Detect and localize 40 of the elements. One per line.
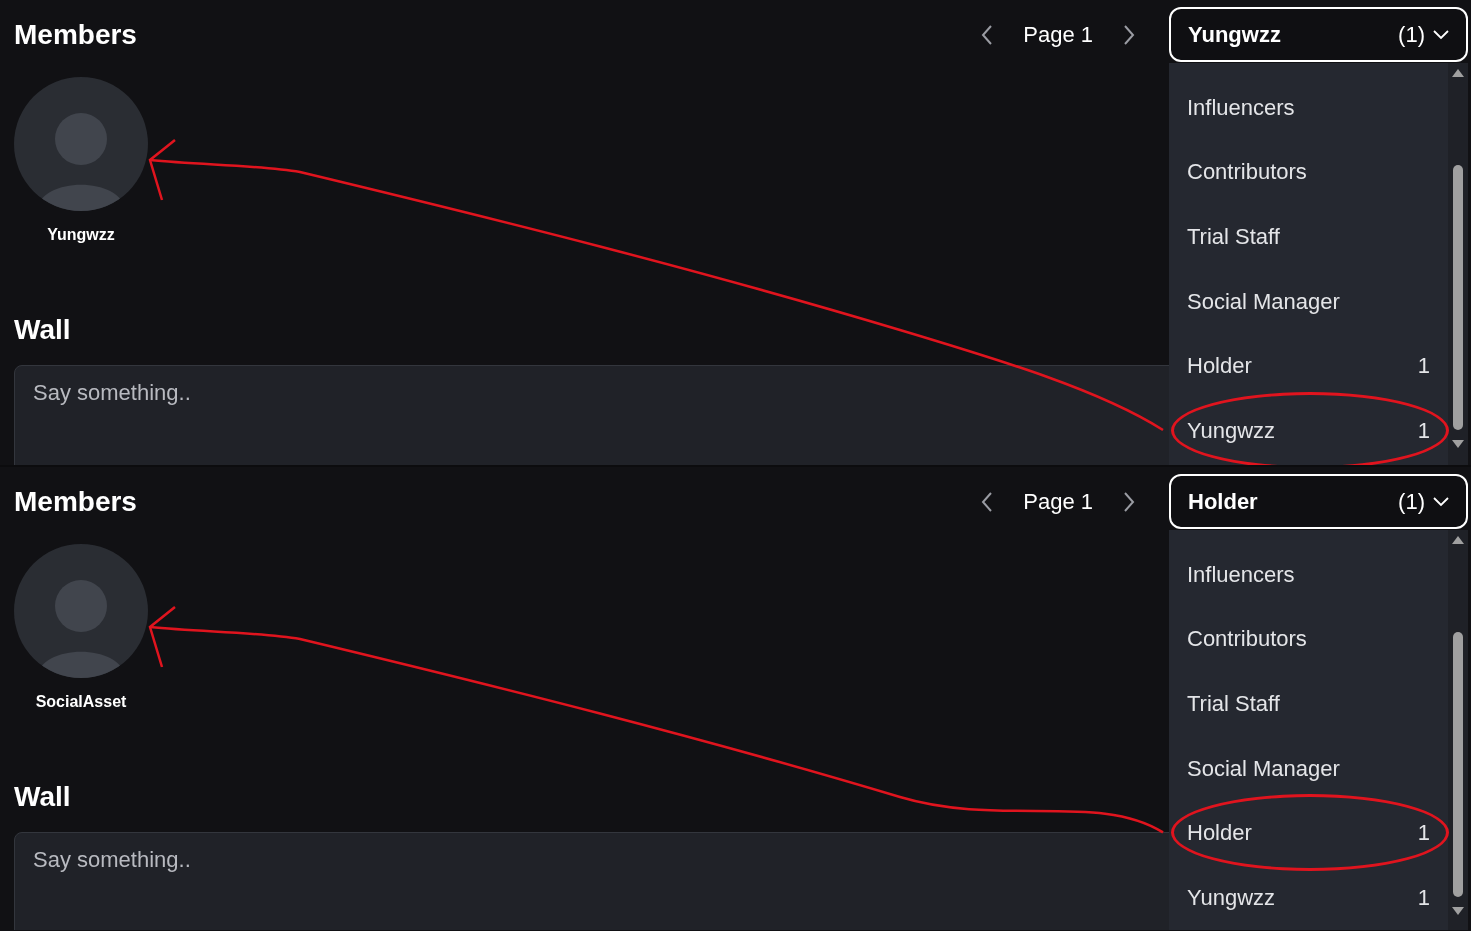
option-count: 1: [1417, 416, 1430, 445]
section-title: Wall: [14, 314, 71, 345]
member-count: (1): [1398, 488, 1425, 516]
dropdown-option[interactable]: Social Manager: [1169, 735, 1448, 801]
chevron-left-icon: [981, 23, 994, 46]
scrollbar[interactable]: [1448, 530, 1468, 930]
chevron-down-icon: [1433, 29, 1449, 40]
option-count: 1: [1417, 883, 1430, 912]
scroll-up-icon: [1452, 536, 1464, 544]
dropdown-option[interactable]: Holder 1: [1169, 800, 1448, 865]
scroll-down-icon: [1452, 440, 1464, 448]
section-title: Members: [14, 17, 137, 52]
member-count: (1): [1398, 21, 1425, 49]
section-title: Wall: [14, 781, 71, 812]
scroll-up-icon: [1452, 69, 1464, 77]
option-count: 1: [1417, 819, 1430, 848]
role-dropdown[interactable]: Holder (1): [1169, 474, 1468, 529]
chevron-right-icon: [1123, 490, 1135, 513]
dropdown-option[interactable]: Social Manager: [1169, 268, 1448, 334]
member-name[interactable]: Yungwzz: [47, 223, 115, 247]
scroll-down-icon: [1452, 907, 1464, 915]
dropdown-option[interactable]: Influencers: [1169, 542, 1448, 607]
dropdown-option[interactable]: Holder 1: [1169, 333, 1448, 398]
page-label: Page 1: [1023, 488, 1093, 516]
page-label: Page 1: [1023, 21, 1093, 49]
dropdown-option[interactable]: Influencers: [1169, 75, 1448, 140]
dropdown-option[interactable]: Contributors: [1169, 606, 1448, 672]
member-name[interactable]: SocialAsset: [35, 690, 127, 714]
dropdown-option[interactable]: Trial Staff: [1169, 671, 1448, 736]
role-dropdown[interactable]: Yungwzz (1): [1169, 7, 1468, 62]
dropdown-option[interactable]: Yungwzz 1: [1169, 397, 1448, 463]
dropdown-option[interactable]: Trial Staff: [1169, 204, 1448, 269]
dropdown-option[interactable]: Yungwzz 1: [1169, 864, 1448, 930]
chevron-down-icon: [1433, 496, 1449, 507]
section-title: Members: [14, 484, 137, 519]
chevron-right-icon: [1123, 23, 1135, 46]
option-count: 1: [1417, 352, 1430, 381]
scrollbar[interactable]: [1448, 63, 1468, 465]
dropdown-option[interactable]: Contributors: [1169, 139, 1448, 205]
chevron-left-icon: [981, 490, 994, 513]
